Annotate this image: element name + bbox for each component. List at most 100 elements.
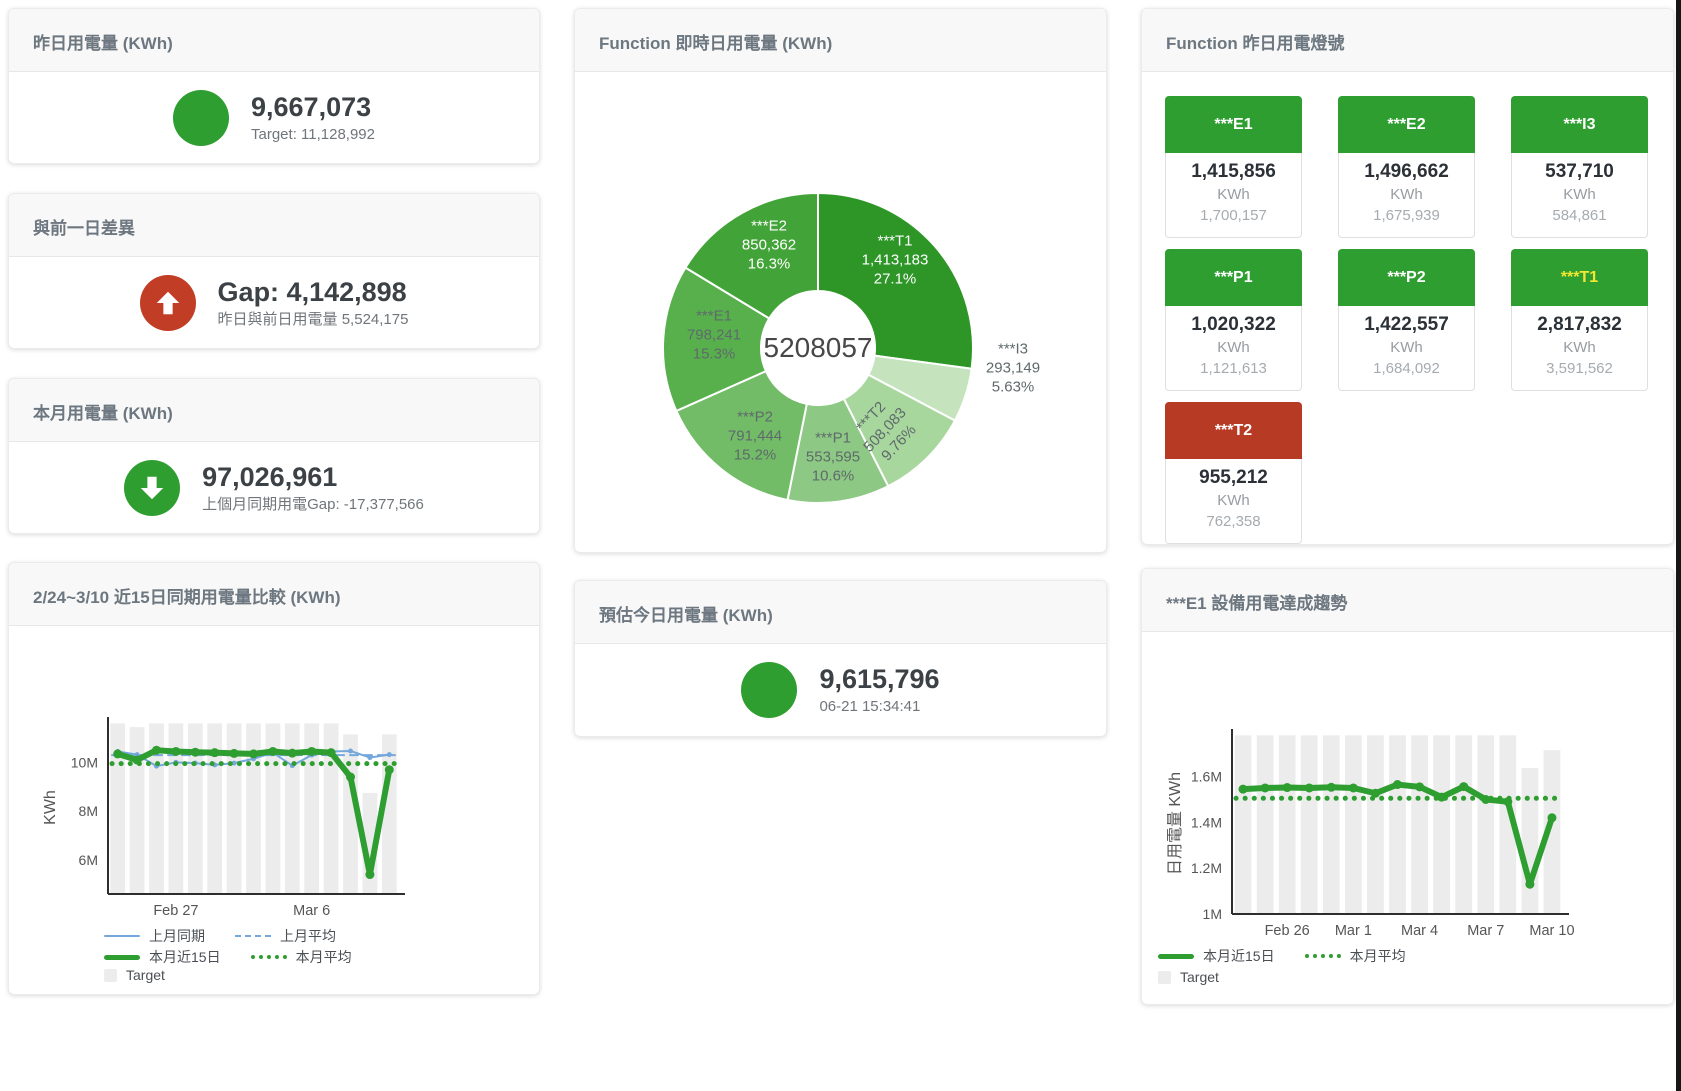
data-point [171, 747, 180, 756]
data-point [1437, 793, 1446, 802]
y-tick-label: 1M [1203, 906, 1222, 922]
x-tick-label: Mar 10 [1529, 923, 1574, 939]
tile-unit: KWh [1166, 337, 1301, 358]
card-title: Function 昨日用電燈號 [1142, 9, 1673, 72]
yesterday-usage-target: Target: 11,128,992 [251, 124, 375, 145]
donut-center-total: 5208057 [763, 332, 872, 364]
tile-value: 1,415,856 [1166, 159, 1301, 184]
y-tick-label: 1.4M [1191, 814, 1222, 830]
arrow-down-circle-icon [124, 460, 180, 516]
donut-chart[interactable]: ***T11,413,18327.1%***I3293,1495.63%***T… [575, 72, 1106, 552]
legend-swatch [235, 935, 271, 937]
data-point [1415, 782, 1424, 791]
x-tick-label: Mar 7 [1467, 923, 1504, 939]
tile-unit: KWh [1512, 337, 1647, 358]
target-bar [1301, 735, 1318, 914]
legend-item-上月平均[interactable]: 上月平均 [235, 926, 336, 946]
y-tick-label: 10M [71, 754, 98, 770]
legend-swatch [1158, 971, 1171, 984]
status-circle-icon [173, 90, 229, 146]
data-point [387, 752, 392, 757]
data-point [307, 747, 316, 756]
data-point [1283, 783, 1292, 792]
data-point [365, 870, 374, 879]
data-point [268, 747, 277, 756]
target-bar [1323, 735, 1340, 914]
target-bar [1477, 735, 1494, 914]
data-point [327, 748, 336, 757]
legend-swatch [1158, 954, 1194, 959]
legend-swatch [1305, 954, 1341, 958]
legend-item-Target[interactable]: Target [104, 967, 165, 983]
data-point [191, 748, 200, 757]
lights-grid: ***E11,415,856KWh1,700,157 ***E21,496,662… [1142, 72, 1673, 544]
y-tick-label: 8M [79, 803, 98, 819]
tile-label: ***P1 [1165, 249, 1302, 306]
data-point [1503, 797, 1512, 806]
donut-slice-label: ***T11,413,18327.1% [862, 232, 929, 289]
data-point [1327, 783, 1336, 792]
chart-legend-row: Target [104, 967, 165, 983]
legend-item-本月平均[interactable]: 本月平均 [1305, 946, 1406, 966]
data-point [1481, 795, 1490, 804]
legend-swatch [251, 955, 287, 959]
tile-unit: KWh [1512, 184, 1647, 205]
tile-target-value: 762,358 [1166, 511, 1301, 532]
legend-item-Target[interactable]: Target [1158, 969, 1219, 985]
tile-target-value: 584,861 [1512, 205, 1647, 226]
legend-label: 本月平均 [1350, 946, 1406, 966]
legend-item-本月平均[interactable]: 本月平均 [251, 947, 352, 967]
tile-value: 955,212 [1166, 465, 1301, 490]
target-bar [1279, 735, 1296, 914]
tile-body: 537,710KWh584,861 [1511, 153, 1648, 238]
card-e1-trend-chart: ***E1 設備用電達成趨勢 1M1.2M1.4M1.6MFeb 26Mar 1… [1141, 568, 1674, 1005]
light-tile-T2: ***T2955,212KWh762,358 [1165, 402, 1302, 544]
card-title: 昨日用電量 (KWh) [9, 9, 539, 72]
tile-unit: KWh [1166, 184, 1301, 205]
data-point [385, 765, 394, 774]
target-bar [1433, 735, 1450, 914]
tile-body: 2,817,832KWh3,591,562 [1511, 306, 1648, 391]
card-realtime-donut: Function 即時日用電量 (KWh) ***T11,413,18327.1… [574, 8, 1107, 553]
tile-target-value: 3,591,562 [1512, 358, 1647, 379]
card-title: Function 即時日用電量 (KWh) [575, 9, 1106, 72]
light-tile-E2: ***E21,496,662KWh1,675,939 [1338, 96, 1475, 238]
data-point [288, 749, 297, 758]
y-tick-label: 1.2M [1191, 860, 1222, 876]
legend-label: Target [126, 967, 165, 983]
data-point [1525, 880, 1534, 889]
legend-item-本月近15日[interactable]: 本月近15日 [1158, 946, 1275, 966]
legend-item-上月同期[interactable]: 上月同期 [104, 926, 205, 946]
y-tick-label: 1.6M [1191, 768, 1222, 784]
x-tick-label: Mar 4 [1401, 923, 1438, 939]
tile-value: 1,422,557 [1339, 312, 1474, 337]
tile-body: 1,415,856KWh1,700,157 [1165, 153, 1302, 238]
arrow-up-circle-icon [140, 275, 196, 331]
x-tick-label: Feb 27 [153, 903, 198, 919]
card-title: 本月用電量 (KWh) [9, 379, 539, 442]
tile-label: ***T2 [1165, 402, 1302, 459]
tile-value: 537,710 [1512, 159, 1647, 184]
data-point [1547, 813, 1556, 822]
tile-value: 1,496,662 [1339, 159, 1474, 184]
x-tick-label: Mar 1 [1335, 923, 1372, 939]
window-edge-strip [1676, 0, 1681, 1091]
tile-label: ***E1 [1165, 96, 1302, 153]
day-gap-value: Gap: 4,142,898 [218, 276, 409, 308]
legend-item-本月近15日[interactable]: 本月近15日 [104, 947, 221, 967]
target-bar [246, 723, 261, 894]
legend-label: 上月同期 [149, 926, 205, 946]
tile-unit: KWh [1339, 184, 1474, 205]
tile-body: 1,020,322KWh1,121,613 [1165, 306, 1302, 391]
card-title: ***E1 設備用電達成趨勢 [1142, 569, 1673, 632]
data-point [152, 746, 161, 755]
donut-slice-label: ***P2791,44415.2% [728, 408, 782, 465]
tile-target-value: 1,675,939 [1339, 205, 1474, 226]
target-bar [1455, 735, 1472, 914]
legend-label: Target [1180, 969, 1219, 985]
legend-label: 本月平均 [296, 947, 352, 967]
card-yesterday-usage: 昨日用電量 (KWh) 9,667,073 Target: 11,128,992 [8, 8, 540, 164]
tile-label: ***T1 [1511, 249, 1648, 306]
data-point [1239, 785, 1248, 794]
tile-label: ***I3 [1511, 96, 1648, 153]
